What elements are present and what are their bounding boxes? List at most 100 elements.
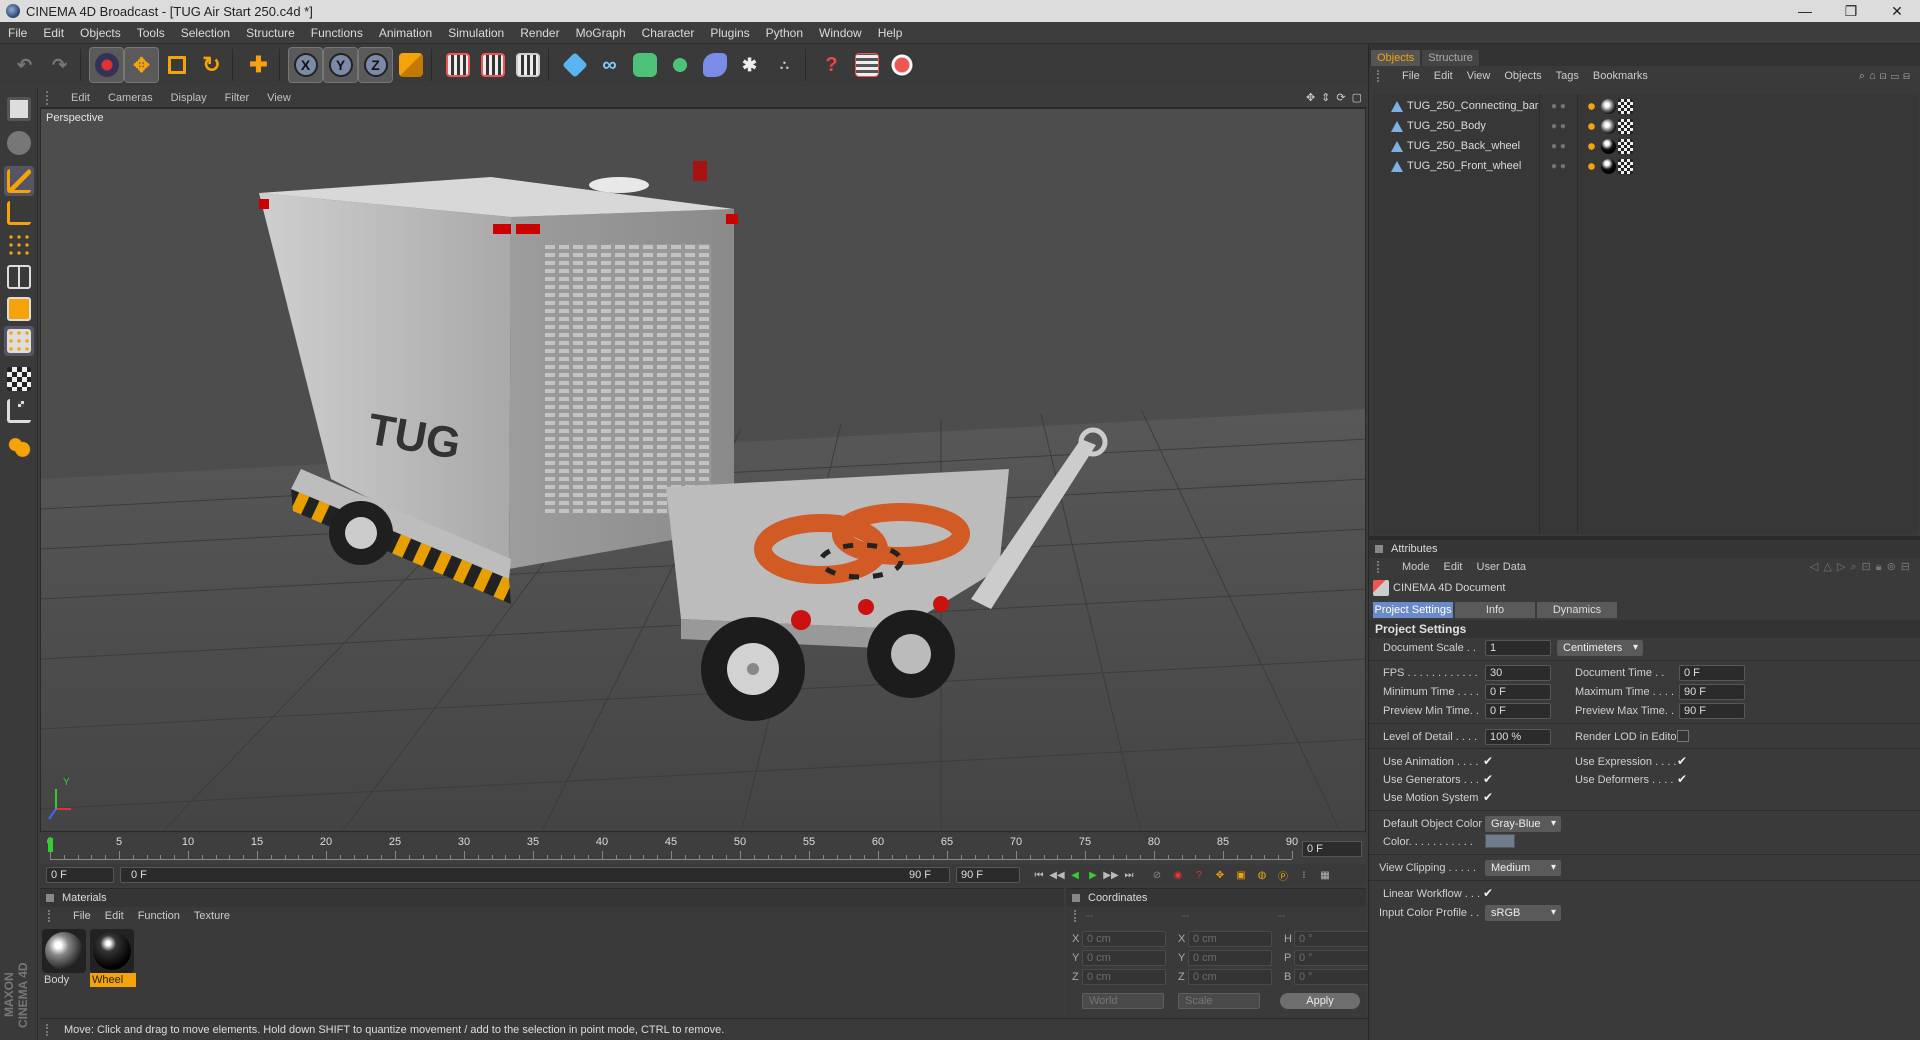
lock-icon[interactable]: 🔒︎	[1876, 561, 1887, 573]
coordinate-space-dropdown[interactable]: World	[1082, 993, 1164, 1009]
material-wheel[interactable]: Wheel	[90, 929, 136, 987]
object-row-back-wheel[interactable]: TUG_250_Back_wheel ● ●	[1373, 136, 1917, 156]
up-arrow-icon[interactable]: △	[1823, 561, 1836, 573]
object-row-connecting-bar[interactable]: TUG_250_Connecting_bar ● ●	[1373, 96, 1917, 116]
menu-plugins[interactable]: Plugins	[702, 26, 757, 40]
go-to-end-icon[interactable]: ⏭	[1120, 867, 1138, 883]
menu-file[interactable]: File	[0, 26, 35, 40]
panel-grip[interactable]	[1074, 910, 1084, 922]
attributes-menu-mode[interactable]: Mode	[1395, 561, 1437, 573]
pan-icon[interactable]: ✥	[1306, 91, 1315, 104]
search-icon[interactable]: ⌕	[1859, 70, 1869, 82]
x-axis-button[interactable]: X	[288, 47, 323, 83]
materials-menu-function[interactable]: Function	[131, 910, 187, 922]
enable-axis-button[interactable]	[4, 364, 34, 394]
go-to-start-icon[interactable]: ⏮	[1030, 867, 1048, 883]
panel-grip[interactable]	[1375, 545, 1383, 553]
key-scale-icon[interactable]: ▣	[1232, 867, 1250, 883]
position-y-field[interactable]: 0 cm	[1082, 950, 1166, 966]
maximum-time-field[interactable]: 90 F	[1679, 684, 1745, 700]
visibility-dots-icon[interactable]: ● ●	[1551, 161, 1567, 172]
prev-key-icon[interactable]: ◀◀	[1048, 867, 1066, 883]
key-position-icon[interactable]: ✥	[1211, 867, 1229, 883]
menu-tools[interactable]: Tools	[129, 26, 173, 40]
y-axis-button[interactable]: Y	[323, 47, 358, 83]
position-z-field[interactable]: 0 cm	[1082, 969, 1166, 985]
level-of-detail-field[interactable]: 100 %	[1485, 729, 1551, 745]
apply-button[interactable]: Apply	[1280, 993, 1360, 1009]
z-axis-button[interactable]: Z	[358, 47, 393, 83]
objects-menu-objects[interactable]: Objects	[1497, 70, 1548, 82]
viewport-menu-cameras[interactable]: Cameras	[99, 92, 162, 104]
dolly-icon[interactable]: ⇕	[1321, 91, 1330, 104]
menu-structure[interactable]: Structure	[238, 26, 303, 40]
collapse-icon[interactable]: ▭	[1891, 70, 1903, 82]
render-lod-checkbox[interactable]	[1677, 730, 1689, 742]
next-key-icon[interactable]: ▶▶	[1102, 867, 1120, 883]
timeline-window-icon[interactable]: ▦	[1316, 867, 1334, 883]
points-mode-button[interactable]	[4, 230, 34, 260]
record-keys-icon[interactable]: ◉	[1169, 867, 1187, 883]
visibility-dots-icon[interactable]: ● ●	[1551, 141, 1567, 152]
sculpt-button[interactable]	[4, 432, 34, 462]
preview-max-time-field[interactable]: 90 F	[1679, 703, 1745, 719]
model-mode-button[interactable]	[4, 166, 34, 196]
key-point-level-icon[interactable]: ⁝	[1295, 867, 1313, 883]
render-view-button[interactable]	[441, 48, 474, 82]
phong-tag-icon[interactable]	[1584, 118, 1599, 134]
help-button[interactable]: ?	[815, 48, 848, 82]
start-frame-field[interactable]: 0 F	[46, 867, 114, 883]
end-frame-field[interactable]: 90 F	[956, 867, 1020, 883]
back-arrow-icon[interactable]: ◁	[1810, 561, 1823, 573]
maximize-button[interactable]: ❐	[1828, 0, 1874, 22]
playhead[interactable]	[48, 838, 53, 852]
menu-render[interactable]: Render	[512, 26, 567, 40]
phong-tag-icon[interactable]	[1584, 158, 1599, 174]
deformer-button[interactable]	[698, 48, 731, 82]
menu-character[interactable]: Character	[634, 26, 703, 40]
array-button[interactable]	[663, 48, 696, 82]
visibility-dots-icon[interactable]: ● ●	[1551, 121, 1567, 132]
motion-record-icon[interactable]: ⊘	[1148, 867, 1166, 883]
size-mode-dropdown[interactable]: Scale	[1178, 993, 1260, 1009]
play-backward-icon[interactable]: ◀	[1066, 867, 1084, 883]
minimum-time-field[interactable]: 0 F	[1485, 684, 1551, 700]
play-forward-icon[interactable]: ▶	[1084, 867, 1102, 883]
document-time-field[interactable]: 0 F	[1679, 665, 1745, 681]
object-mode-button[interactable]	[4, 198, 34, 228]
color-swatch[interactable]	[1485, 834, 1515, 848]
redo-button[interactable]: ↷	[43, 48, 76, 82]
panel-grip[interactable]	[48, 910, 58, 922]
orbit-icon[interactable]: ⟳	[1336, 91, 1345, 104]
viewport-menu-view[interactable]: View	[258, 92, 300, 104]
timeline-ruler[interactable]: 0 F 051015202530354045505560657075808590	[40, 834, 1366, 864]
snap-button[interactable]	[4, 396, 34, 426]
use-motion-system-checkbox[interactable]: ✔	[1483, 791, 1495, 803]
nurbs-button[interactable]	[628, 48, 661, 82]
checker-tag-icon[interactable]	[1618, 158, 1633, 174]
preview-range-slider[interactable]: 0 F 90 F	[120, 867, 950, 883]
preview-min-time-field[interactable]: 0 F	[1485, 703, 1551, 719]
undo-button[interactable]: ↶	[8, 48, 41, 82]
objects-menu-file[interactable]: File	[1395, 70, 1427, 82]
polygons-mode-button[interactable]	[4, 294, 34, 324]
attributes-menu-user-data[interactable]: User Data	[1470, 561, 1534, 573]
materials-menu-file[interactable]: File	[66, 910, 98, 922]
forward-arrow-icon[interactable]: ▷	[1837, 561, 1850, 573]
objects-menu-bookmarks[interactable]: Bookmarks	[1586, 70, 1655, 82]
menu-edit[interactable]: Edit	[35, 26, 72, 40]
minimize-button[interactable]: —	[1782, 0, 1828, 22]
timeline-track[interactable]	[50, 850, 1293, 860]
objects-menu-edit[interactable]: Edit	[1427, 70, 1460, 82]
rotation-h-field[interactable]: 0 °	[1294, 931, 1372, 947]
materials-menu-edit[interactable]: Edit	[98, 910, 131, 922]
use-generators-checkbox[interactable]: ✔	[1483, 773, 1495, 785]
cube-button[interactable]	[558, 48, 591, 82]
fps-field[interactable]: 30	[1485, 665, 1551, 681]
document-scale-field[interactable]: 1	[1485, 640, 1551, 656]
texture-tag-icon[interactable]	[1601, 98, 1616, 114]
texture-tag-icon[interactable]	[1601, 118, 1616, 134]
input-color-profile-dropdown[interactable]: sRGB	[1485, 905, 1561, 921]
phong-tag-icon[interactable]	[1584, 138, 1599, 154]
web-button[interactable]	[885, 48, 918, 82]
